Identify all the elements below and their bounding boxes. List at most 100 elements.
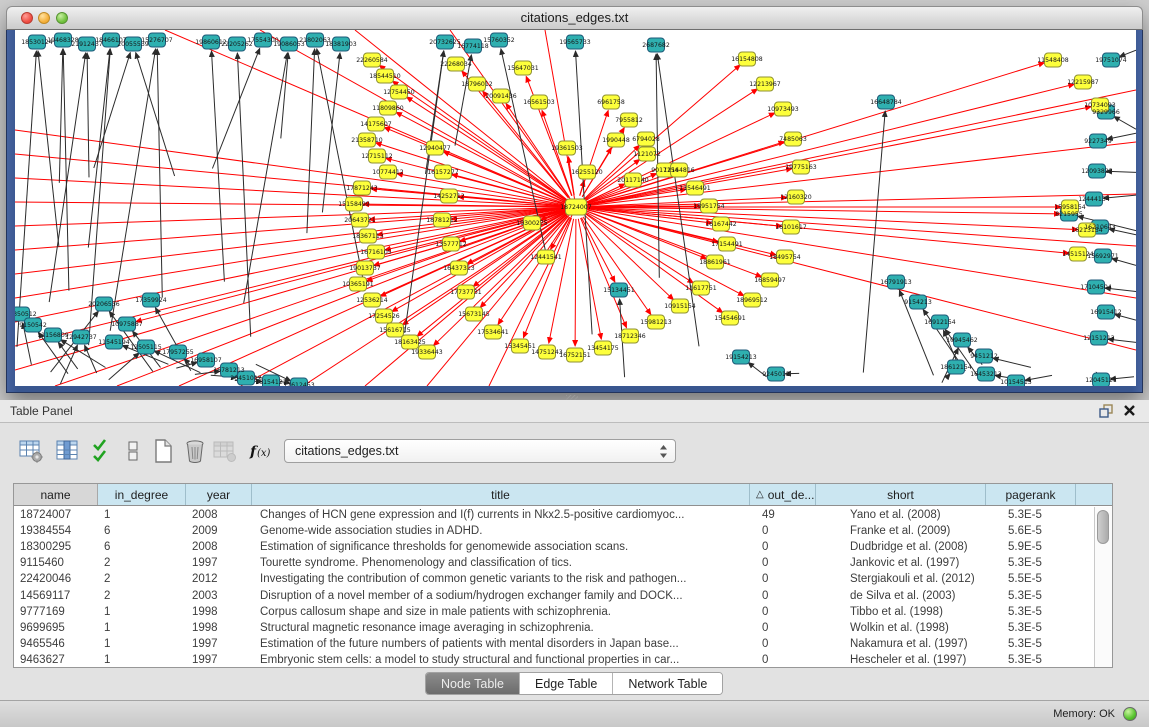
network-edge[interactable] bbox=[1119, 50, 1136, 57]
network-edge[interactable] bbox=[110, 49, 155, 331]
tab-network-table[interactable]: Network Table bbox=[613, 673, 722, 694]
network-edge[interactable] bbox=[38, 51, 59, 247]
cell-short[interactable]: Nakamura et al. (1997) bbox=[816, 638, 986, 650]
cell-year[interactable]: 2009 bbox=[186, 525, 252, 537]
cell-in_degree[interactable]: 6 bbox=[98, 541, 186, 553]
cell-name[interactable]: 9463627 bbox=[14, 654, 98, 666]
network-edge[interactable] bbox=[55, 207, 576, 386]
table-selector-dropdown[interactable]: citations_edges.txt bbox=[284, 439, 676, 463]
cell-in_degree[interactable]: 2 bbox=[98, 590, 186, 602]
network-edge[interactable] bbox=[578, 219, 601, 339]
cell-year[interactable]: 1997 bbox=[186, 557, 252, 569]
cell-pagerank[interactable]: 5.3E-5 bbox=[986, 509, 1076, 521]
column-header-pagerank[interactable]: pagerank bbox=[986, 484, 1076, 505]
minimize-button[interactable] bbox=[38, 12, 50, 24]
cell-short[interactable]: Hescheler et al. (1997) bbox=[816, 654, 986, 666]
column-header-in_degree[interactable]: in_degree bbox=[98, 484, 186, 505]
cell-in_degree[interactable]: 1 bbox=[98, 638, 186, 650]
network-edge[interactable] bbox=[545, 30, 576, 207]
network-edge[interactable] bbox=[303, 207, 576, 386]
close-panel-icon[interactable] bbox=[1123, 404, 1136, 417]
network-edge[interactable] bbox=[1114, 117, 1136, 130]
network-window-titlebar[interactable]: citations_edges.txt bbox=[6, 6, 1143, 30]
cell-in_degree[interactable]: 2 bbox=[98, 573, 186, 585]
table-row[interactable]: 911546021997Tourette syndrome. Phenomeno… bbox=[14, 555, 1094, 571]
cell-out_de[interactable]: 0 bbox=[750, 557, 816, 569]
cell-name[interactable]: 19384554 bbox=[14, 525, 98, 537]
cell-short[interactable]: Yano et al. (2008) bbox=[816, 509, 986, 521]
table-row[interactable]: 977716911998Corpus callosum shape and si… bbox=[14, 604, 1094, 620]
network-edge[interactable] bbox=[94, 53, 131, 168]
cell-title[interactable]: Genome-wide association studies in ADHD. bbox=[252, 525, 750, 537]
close-button[interactable] bbox=[21, 12, 33, 24]
cell-pagerank[interactable]: 5.3E-5 bbox=[986, 557, 1076, 569]
cell-name[interactable]: 9115460 bbox=[14, 557, 98, 569]
cell-year[interactable]: 1998 bbox=[186, 606, 252, 618]
cell-short[interactable]: Stergiakouli et al. (2012) bbox=[816, 573, 986, 585]
network-edge[interactable] bbox=[576, 51, 593, 334]
network-edge[interactable] bbox=[576, 194, 1136, 207]
scrollbar-thumb[interactable] bbox=[1097, 510, 1109, 544]
table-options-icon[interactable] bbox=[18, 438, 44, 464]
cell-pagerank[interactable]: 5.9E-5 bbox=[986, 541, 1076, 553]
cell-title[interactable]: Disruption of a novel member of a sodium… bbox=[252, 590, 750, 602]
network-edge[interactable] bbox=[212, 48, 259, 168]
cell-in_degree[interactable]: 1 bbox=[98, 654, 186, 666]
delete-table-icon[interactable] bbox=[212, 438, 238, 464]
cell-name[interactable]: 18300295 bbox=[14, 541, 98, 553]
cell-in_degree[interactable]: 2 bbox=[98, 557, 186, 569]
network-edge[interactable] bbox=[49, 53, 85, 302]
delete-column-icon[interactable] bbox=[182, 438, 208, 464]
cell-name[interactable]: 14569117 bbox=[14, 590, 98, 602]
cell-short[interactable]: Franke et al. (2009) bbox=[816, 525, 986, 537]
cell-pagerank[interactable]: 5.3E-5 bbox=[986, 638, 1076, 650]
network-edge[interactable] bbox=[237, 53, 250, 337]
table-row[interactable]: 946554611997Estimation of the future num… bbox=[14, 636, 1094, 652]
cell-out_de[interactable]: 0 bbox=[750, 525, 816, 537]
cell-year[interactable]: 2012 bbox=[186, 573, 252, 585]
column-header-short[interactable]: short bbox=[816, 484, 986, 505]
memory-ok-indicator[interactable] bbox=[1123, 707, 1137, 721]
cell-year[interactable]: 1998 bbox=[186, 622, 252, 634]
table-row[interactable]: 1830029562008Estimation of significance … bbox=[14, 539, 1094, 555]
cell-pagerank[interactable]: 5.3E-5 bbox=[986, 590, 1076, 602]
float-panel-icon[interactable] bbox=[1099, 404, 1113, 418]
network-edge[interactable] bbox=[281, 53, 288, 138]
network-edge[interactable] bbox=[588, 84, 1075, 204]
cell-out_de[interactable]: 49 bbox=[750, 509, 816, 521]
network-edge[interactable] bbox=[581, 218, 627, 328]
cell-name[interactable]: 22420046 bbox=[14, 573, 98, 585]
cell-out_de[interactable]: 0 bbox=[750, 606, 816, 618]
network-edge[interactable] bbox=[523, 218, 571, 338]
cell-year[interactable]: 2003 bbox=[186, 590, 252, 602]
network-edge[interactable] bbox=[59, 49, 63, 183]
cell-year[interactable]: 2008 bbox=[186, 509, 252, 521]
table-row[interactable]: 1456911722003Disruption of a novel membe… bbox=[14, 587, 1094, 603]
cell-pagerank[interactable]: 5.5E-5 bbox=[986, 573, 1076, 585]
cell-title[interactable]: Embryonic stem cells: a model to study s… bbox=[252, 654, 750, 666]
cell-title[interactable]: Investigating the contribution of common… bbox=[252, 573, 750, 585]
cell-title[interactable]: Estimation of the future numbers of pati… bbox=[252, 638, 750, 650]
show-columns-icon[interactable] bbox=[54, 438, 80, 464]
cell-name[interactable]: 9777169 bbox=[14, 606, 98, 618]
cell-short[interactable]: de Silva et al. (2003) bbox=[816, 590, 986, 602]
cell-pagerank[interactable]: 5.6E-5 bbox=[986, 525, 1076, 537]
cell-out_de[interactable]: 0 bbox=[750, 654, 816, 666]
network-edge[interactable] bbox=[993, 358, 1031, 367]
cell-in_degree[interactable]: 6 bbox=[98, 525, 186, 537]
network-edge[interactable] bbox=[417, 215, 567, 337]
cell-name[interactable]: 18724007 bbox=[14, 509, 98, 521]
cell-in_degree[interactable]: 1 bbox=[98, 509, 186, 521]
cell-out_de[interactable]: 0 bbox=[750, 590, 816, 602]
cell-out_de[interactable]: 0 bbox=[750, 541, 816, 553]
network-edge[interactable] bbox=[322, 53, 340, 213]
network-edge[interactable] bbox=[85, 345, 97, 373]
table-row[interactable]: 946362711997Embryonic stem cells: a mode… bbox=[14, 652, 1094, 667]
zoom-button[interactable] bbox=[56, 12, 68, 24]
cell-short[interactable]: Dudbridge et al. (2008) bbox=[816, 541, 986, 553]
network-edge[interactable] bbox=[136, 53, 175, 176]
cell-short[interactable]: Jankovic et al. (1997) bbox=[816, 557, 986, 569]
table-row[interactable]: 1872400712008Changes of HCN gene express… bbox=[14, 507, 1094, 523]
cell-in_degree[interactable]: 1 bbox=[98, 622, 186, 634]
network-edge[interactable] bbox=[397, 174, 564, 205]
